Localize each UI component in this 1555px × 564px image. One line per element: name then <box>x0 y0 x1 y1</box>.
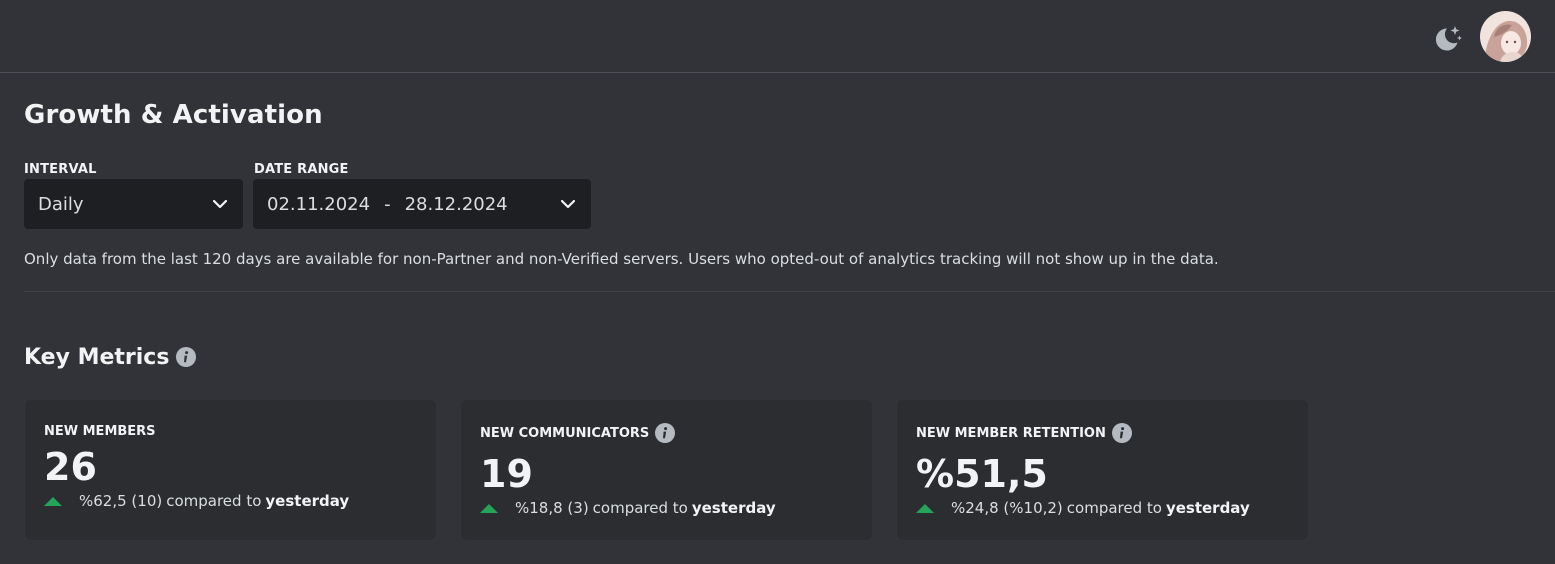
comparison-period: yesterday <box>691 499 776 517</box>
metric-change-value: %62,5 (10) <box>79 492 163 510</box>
metric-label: NEW MEMBER RETENTION <box>916 425 1106 441</box>
top-bar <box>0 0 1555 73</box>
metric-label: NEW MEMBERS <box>44 423 156 439</box>
date-range-label: DATE RANGE <box>254 162 349 177</box>
metric-card-header: NEW COMMUNICATORS <box>480 421 676 445</box>
info-icon[interactable] <box>1111 423 1132 443</box>
info-icon[interactable] <box>176 346 197 367</box>
metric-card-new-member-retention: NEW MEMBER RETENTION %51,5 %24,8 (%10,2)… <box>897 400 1308 540</box>
page-title: Growth & Activation <box>24 100 323 130</box>
metric-label: NEW COMMUNICATORS <box>480 425 650 441</box>
metric-change-value: %18,8 (3) <box>515 499 589 517</box>
comparison-text: compared to <box>592 499 688 517</box>
metric-card-header: NEW MEMBERS <box>44 422 156 440</box>
metric-card-new-members: NEW MEMBERS 26 %62,5 (10) compared to ye… <box>25 400 436 540</box>
chevron-down-icon <box>212 199 228 209</box>
trend-up-icon <box>916 504 934 513</box>
key-metrics-title: Key Metrics <box>24 345 170 370</box>
metric-card-new-communicators: NEW COMMUNICATORS 19 %18,8 (3) compared … <box>461 400 872 540</box>
interval-select[interactable]: Daily <box>24 179 243 229</box>
metric-change: %18,8 (3) compared to yesterday <box>480 498 776 518</box>
moon-sparkle-icon[interactable] <box>1429 22 1463 56</box>
date-range-end: 28.12.2024 <box>404 193 508 215</box>
comparison-text: compared to <box>1066 499 1162 517</box>
interval-value: Daily <box>38 193 84 215</box>
metric-change: %62,5 (10) compared to yesterday <box>44 491 349 511</box>
metric-change: %24,8 (%10,2) compared to yesterday <box>916 498 1250 518</box>
trend-up-icon <box>480 504 498 513</box>
metric-value: %51,5 <box>916 452 1048 496</box>
user-avatar[interactable] <box>1480 11 1531 62</box>
metric-card-header: NEW MEMBER RETENTION <box>916 421 1132 445</box>
date-range-start: 02.11.2024 <box>267 193 371 215</box>
comparison-period: yesterday <box>1165 499 1250 517</box>
divider <box>24 291 1555 292</box>
metric-value: 19 <box>480 452 533 496</box>
trend-up-icon <box>44 497 62 506</box>
comparison-period: yesterday <box>265 492 350 510</box>
chevron-down-icon <box>560 199 576 209</box>
info-icon[interactable] <box>655 423 676 443</box>
comparison-text: compared to <box>166 492 262 510</box>
metric-value: 26 <box>44 445 97 489</box>
interval-label: INTERVAL <box>24 162 97 177</box>
key-metrics-heading: Key Metrics <box>24 345 197 370</box>
metric-change-value: %24,8 (%10,2) <box>951 499 1063 517</box>
data-disclaimer: Only data from the last 120 days are ava… <box>24 250 1219 268</box>
date-range-separator: - <box>384 193 391 215</box>
date-range-select[interactable]: 02.11.2024 - 28.12.2024 <box>253 179 591 229</box>
